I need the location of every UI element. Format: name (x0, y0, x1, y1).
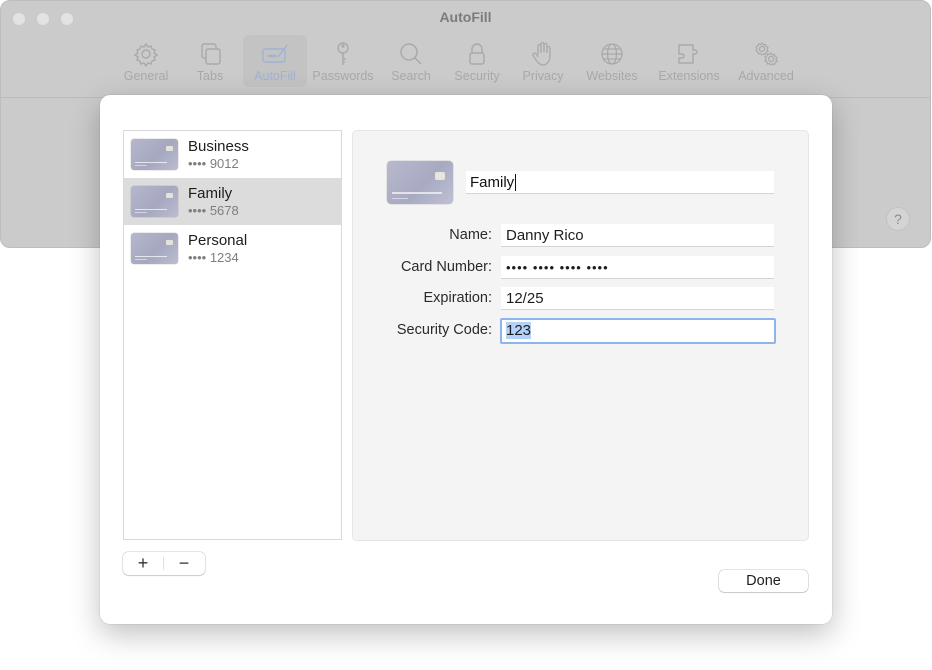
lock-icon (469, 43, 485, 65)
credit-card-icon (131, 139, 178, 170)
tabs-icon (201, 43, 221, 65)
tab-privacy[interactable]: Privacy (511, 35, 575, 87)
card-list-item-family[interactable]: Family •••• 5678 (124, 178, 341, 225)
title-bar: AutoFill General Tabs AutoFill Passwords… (1, 1, 930, 98)
security-code-input[interactable]: 123 (500, 318, 776, 344)
card-list-item-business[interactable]: Business •••• 9012 (124, 131, 341, 178)
key-icon (337, 42, 349, 65)
tab-general[interactable]: General (115, 35, 177, 87)
gear-icon (133, 42, 159, 67)
done-button[interactable]: Done (719, 570, 808, 592)
puzzle-icon (678, 44, 698, 64)
tab-advanced[interactable]: Advanced (729, 35, 803, 87)
globe-icon (601, 43, 623, 65)
search-icon (400, 43, 422, 65)
gears-icon (755, 42, 778, 66)
credit-card-icon (131, 233, 178, 264)
selected-text: 123 (506, 322, 532, 339)
tab-security[interactable]: Security (443, 35, 511, 87)
card-digits: •••• 1234 (188, 249, 239, 265)
card-name: Business (188, 137, 249, 155)
card-nickname-input[interactable]: Family (466, 171, 774, 194)
text-cursor (515, 174, 517, 191)
expiration-input[interactable]: 12/25 (501, 287, 774, 310)
card-digits: •••• 9012 (188, 155, 239, 171)
credit-card-icon (131, 186, 178, 217)
card-number-row: Card Number: •••• •••• •••• •••• (353, 256, 810, 280)
card-number-label: Card Number: (400, 259, 492, 275)
security-code-row: Security Code: 123 (353, 318, 810, 344)
window-title: AutoFill (439, 9, 492, 25)
tab-passwords[interactable]: Passwords (307, 35, 379, 87)
tab-tabs[interactable]: Tabs (177, 35, 243, 87)
remove-card-button[interactable]: − (164, 552, 204, 575)
add-card-button[interactable]: + (123, 552, 163, 575)
card-number-input[interactable]: •••• •••• •••• •••• (501, 256, 774, 279)
expiration-label: Expiration: (423, 290, 492, 306)
credit-cards-sheet: Business •••• 9012 Family •••• 5678 Pers… (100, 95, 832, 624)
card-list-item-personal[interactable]: Personal •••• 1234 (124, 225, 341, 272)
security-code-label: Security Code: (396, 322, 492, 338)
tab-search[interactable]: Search (379, 35, 443, 87)
name-row: Name: Danny Rico (353, 224, 810, 248)
autofill-icon (262, 44, 288, 63)
credit-card-image-icon (387, 161, 453, 204)
add-remove-control: + − (123, 552, 205, 575)
card-list[interactable]: Business •••• 9012 Family •••• 5678 Pers… (123, 130, 342, 540)
card-digits: •••• 5678 (188, 202, 239, 218)
expiration-row: Expiration: 12/25 (353, 287, 810, 311)
tab-autofill[interactable]: AutoFill (243, 35, 307, 87)
preferences-toolbar: General Tabs AutoFill Passwords Search S… (115, 35, 803, 87)
help-button[interactable]: ? (886, 207, 910, 231)
tab-extensions[interactable]: Extensions (649, 35, 729, 87)
card-detail-panel: Family Name: Danny Rico Card Number: •••… (352, 130, 809, 541)
tab-websites[interactable]: Websites (575, 35, 649, 87)
card-name: Family (188, 184, 233, 202)
hand-icon (532, 41, 551, 66)
name-label: Name: (449, 227, 492, 243)
name-input[interactable]: Danny Rico (501, 224, 774, 247)
card-name: Personal (188, 231, 248, 249)
